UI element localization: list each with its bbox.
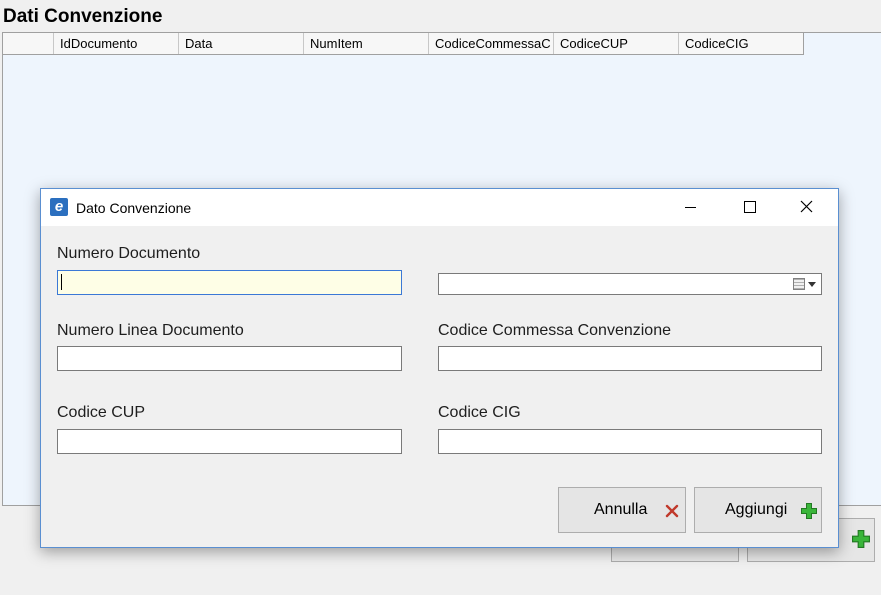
- grid-header-codicecup[interactable]: CodiceCUP: [553, 33, 678, 54]
- grid-header-data[interactable]: Data: [178, 33, 303, 54]
- grid-header-codicecommessa[interactable]: CodiceCommessaC: [428, 33, 553, 54]
- numero-documento-label: Numero Documento: [57, 245, 201, 262]
- grid-header: IdDocumento Data NumItem CodiceCommessaC…: [3, 33, 804, 55]
- add-plus-icon: [801, 503, 817, 519]
- grid-header-numitem[interactable]: NumItem: [303, 33, 428, 54]
- grid-header-iddocumento[interactable]: IdDocumento: [53, 33, 178, 54]
- codice-cup-label: Codice CUP: [57, 404, 146, 421]
- grid-header-selector[interactable]: [3, 33, 53, 54]
- text-caret: [61, 274, 62, 290]
- annulla-button-label: Annulla: [594, 501, 648, 518]
- maximize-icon[interactable]: [726, 189, 772, 226]
- minimize-icon[interactable]: [668, 189, 714, 226]
- codice-cig-label: Codice CIG: [438, 404, 521, 421]
- date-picker[interactable]: [438, 273, 822, 295]
- grid-header-codicecig[interactable]: CodiceCIG: [678, 33, 803, 54]
- chevron-down-icon: [808, 282, 816, 287]
- cancel-x-icon: [665, 504, 679, 518]
- annulla-button[interactable]: Annulla: [558, 487, 686, 533]
- codice-cup-field[interactable]: [57, 429, 402, 454]
- aggiungi-button-label: Aggiungi: [725, 501, 788, 518]
- add-plus-icon: [852, 530, 870, 548]
- date-dropdown-button[interactable]: [789, 276, 819, 292]
- dialog-title: Dato Convenzione: [76, 200, 192, 216]
- app-e-icon: e: [50, 198, 68, 216]
- dialog-titlebar[interactable]: e Dato Convenzione: [41, 189, 838, 226]
- codice-commessa-label: Codice Commessa Convenzione: [438, 322, 671, 339]
- close-icon[interactable]: [784, 189, 830, 226]
- dato-convenzione-dialog: e Dato Convenzione Numero Documento Nume…: [40, 188, 839, 548]
- numero-linea-documento-field[interactable]: [57, 346, 402, 371]
- codice-cig-field[interactable]: [438, 429, 822, 454]
- section-title: Dati Convenzione: [3, 6, 163, 27]
- aggiungi-button[interactable]: Aggiungi: [694, 487, 822, 533]
- numero-linea-documento-label: Numero Linea Documento: [57, 322, 244, 339]
- calendar-icon: [793, 278, 805, 290]
- codice-commessa-field[interactable]: [438, 346, 822, 371]
- numero-documento-field[interactable]: [57, 270, 402, 295]
